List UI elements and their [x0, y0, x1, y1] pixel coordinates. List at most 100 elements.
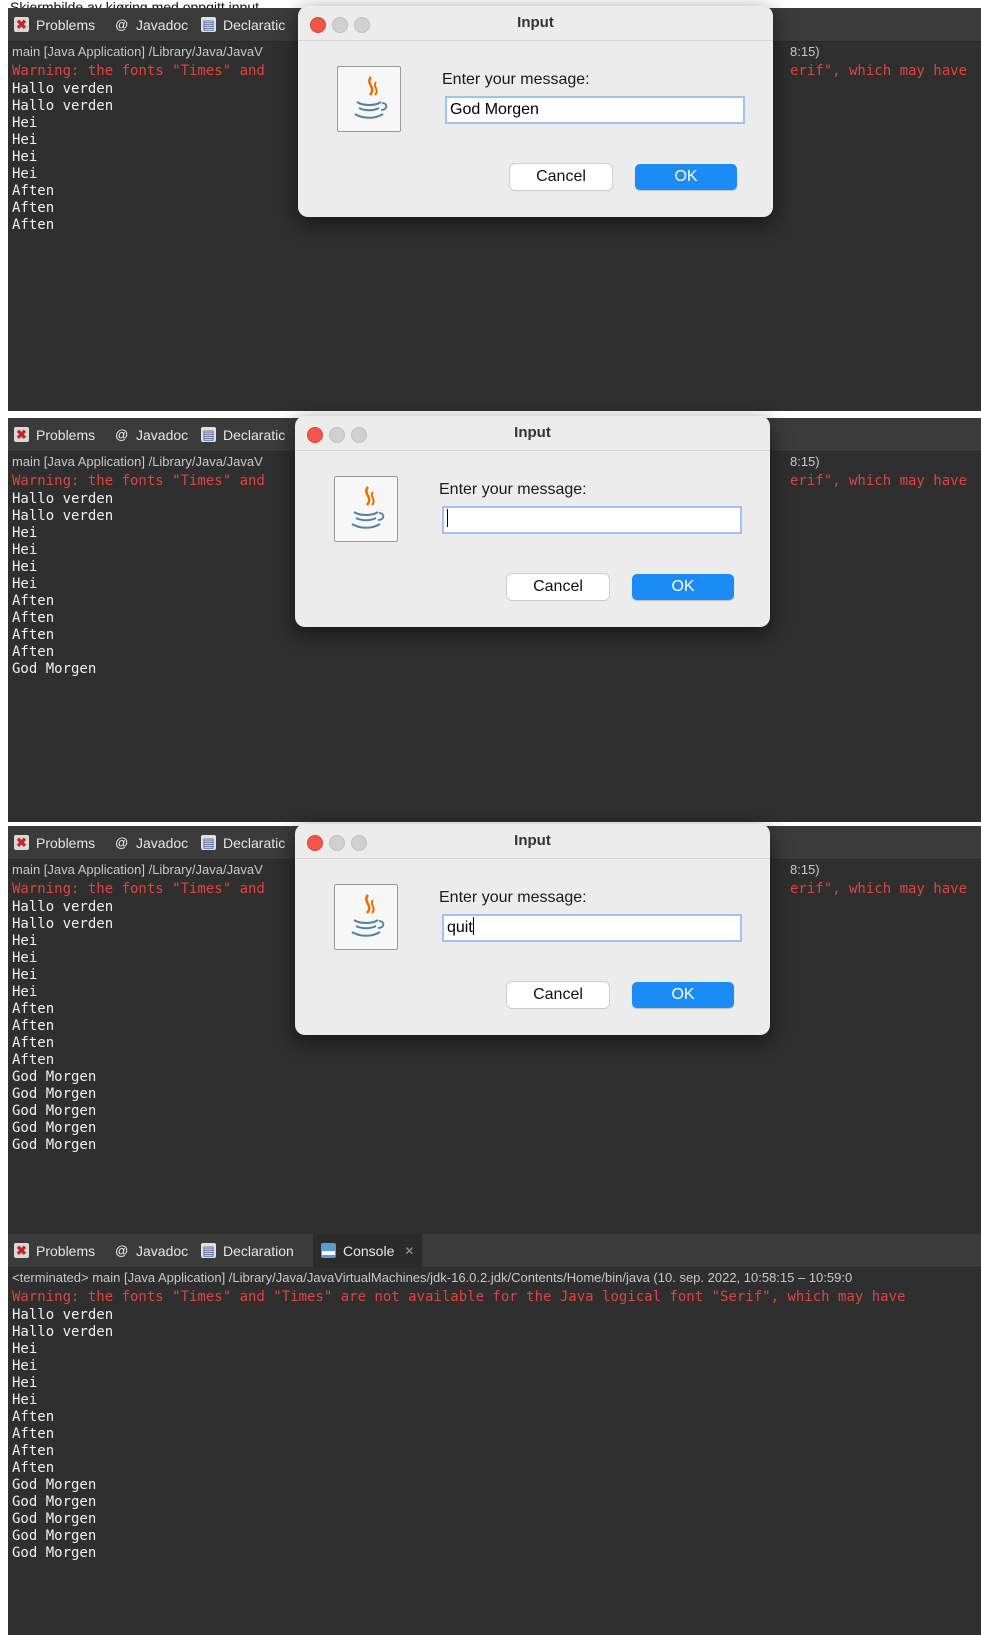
console-line: God Morgen — [12, 1086, 97, 1102]
input-dialog: Input Enter your message: Cancel OK — [295, 416, 770, 627]
console-line: Hei — [12, 1375, 38, 1391]
javadoc-icon: @ — [115, 17, 128, 32]
console-line: God Morgen — [12, 1511, 97, 1527]
console-line: Aften — [12, 1001, 55, 1017]
console-line: Aften — [12, 610, 55, 626]
warning-line: Warning: the fonts "Times" and "Times" a… — [12, 1289, 906, 1305]
tab-declaration-label: Declaratic — [223, 16, 286, 33]
console-line: Aften — [12, 183, 55, 199]
declaration-icon: ▤ — [201, 1243, 216, 1258]
console-line: God Morgen — [12, 1477, 97, 1493]
console-line: Aften — [12, 593, 55, 609]
tab-console[interactable]: ▬ Console ✕ — [313, 1234, 423, 1267]
warning-line: Warning: the fonts "Times" and — [12, 881, 265, 897]
tab-declaration[interactable]: ▤ Declaratic — [201, 8, 285, 41]
console-output: Hallo verden Hallo verden Hei Hei Hei He… — [12, 81, 113, 234]
input-dialog: Input Enter your message: quit Cancel OK — [295, 824, 770, 1035]
tab-problems-label: Problems — [36, 426, 96, 443]
tab-problems-label: Problems — [36, 834, 96, 851]
console-line: God Morgen — [12, 661, 97, 677]
message-input[interactable]: quit — [442, 914, 742, 942]
tab-declaration[interactable]: ▤ Declaration — [201, 1234, 294, 1267]
console-line: Aften — [12, 217, 55, 233]
console-line: Hallo verden — [12, 899, 114, 915]
tab-problems[interactable]: ✖ Problems — [14, 826, 95, 859]
console-line: Hei — [12, 166, 38, 182]
dialog-titlebar: Input — [295, 824, 770, 859]
declaration-icon: ▤ — [201, 427, 216, 442]
message-input[interactable]: God Morgen — [445, 96, 745, 124]
console-line: Hei — [12, 525, 38, 541]
console-line: Aften — [12, 1018, 55, 1034]
warning-line-tail: erif", which may have — [790, 881, 968, 897]
console-line: Hallo verden — [12, 98, 114, 114]
tab-javadoc[interactable]: @ Javadoc — [114, 1234, 188, 1267]
tab-declaration[interactable]: ▤ Declaratic — [201, 826, 285, 859]
tab-javadoc[interactable]: @ Javadoc — [114, 8, 188, 41]
console-line: Hei — [12, 1341, 38, 1357]
console-line: Hei — [12, 950, 38, 966]
tab-javadoc-label: Javadoc — [136, 834, 189, 851]
console-line: Hei — [12, 115, 38, 131]
console-line: Hei — [12, 984, 38, 1000]
tab-problems[interactable]: ✖ Problems — [14, 1234, 95, 1267]
console-line: Aften — [12, 1035, 55, 1051]
tab-javadoc[interactable]: @ Javadoc — [114, 418, 188, 451]
ok-button[interactable]: OK — [635, 164, 737, 190]
ok-button[interactable]: OK — [632, 574, 734, 600]
console-line: Aften — [12, 1426, 55, 1442]
dialog-titlebar: Input — [298, 6, 773, 41]
tab-problems[interactable]: ✖ Problems — [14, 418, 95, 451]
warning-line-tail: erif", which may have — [790, 473, 968, 489]
console-line: God Morgen — [12, 1545, 97, 1561]
cancel-button[interactable]: Cancel — [507, 982, 609, 1008]
javadoc-icon: @ — [115, 1243, 128, 1258]
launch-time: 8:15) — [790, 44, 820, 59]
declaration-icon: ▤ — [201, 17, 216, 32]
console-line: Hallo verden — [12, 508, 114, 524]
message-label: Enter your message: — [439, 481, 587, 498]
tab-problems[interactable]: ✖ Problems — [14, 8, 95, 41]
console-line: Aften — [12, 627, 55, 643]
tab-javadoc[interactable]: @ Javadoc — [114, 826, 188, 859]
tab-declaration-label: Declaratic — [223, 834, 286, 851]
tab-javadoc-label: Javadoc — [136, 16, 189, 33]
console-output: Hallo verden Hallo verden Hei Hei Hei He… — [12, 899, 113, 1154]
console-line: Hei — [12, 132, 38, 148]
dialog-titlebar: Input — [295, 416, 770, 451]
input-dialog: Input Enter your message: God Morgen Can… — [298, 6, 773, 217]
console-output: Hallo verden Hallo verden Hei Hei Hei He… — [12, 491, 113, 678]
console-line: Hallo verden — [12, 491, 114, 507]
console-line: Aften — [12, 200, 55, 216]
message-label: Enter your message: — [442, 71, 590, 88]
tab-problems-label: Problems — [36, 1242, 96, 1259]
java-icon — [334, 884, 398, 950]
cancel-button[interactable]: Cancel — [507, 574, 609, 600]
console-line: God Morgen — [12, 1494, 97, 1510]
launch-path: main [Java Application] /Library/Java/Ja… — [12, 454, 263, 469]
tab-problems-label: Problems — [36, 16, 96, 33]
problems-icon: ✖ — [14, 835, 29, 850]
text-caret — [472, 917, 474, 936]
launch-time: 8:15) — [790, 862, 820, 877]
console-line: Hei — [12, 576, 38, 592]
tab-declaration[interactable]: ▤ Declaratic — [201, 418, 285, 451]
dialog-title: Input — [514, 424, 551, 441]
console-line: God Morgen — [12, 1528, 97, 1544]
console-icon: ▬ — [321, 1243, 336, 1258]
console-line: Aften — [12, 1460, 55, 1476]
launch-time: 8:15) — [790, 454, 820, 469]
cancel-button[interactable]: Cancel — [510, 164, 612, 190]
problems-icon: ✖ — [14, 427, 29, 442]
message-input[interactable] — [442, 506, 742, 534]
console-line: Aften — [12, 1052, 55, 1068]
tab-declaration-label: Declaratic — [223, 426, 286, 443]
ok-button[interactable]: OK — [632, 982, 734, 1008]
message-input-value: quit — [447, 919, 473, 936]
close-icon[interactable]: ✕ — [404, 1244, 414, 1258]
launch-path: main [Java Application] /Library/Java/Ja… — [12, 862, 263, 877]
tab-declaration-label: Declaration — [223, 1242, 294, 1259]
console-line: Hei — [12, 1358, 38, 1374]
console-line: Hei — [12, 149, 38, 165]
console-line: God Morgen — [12, 1137, 97, 1153]
